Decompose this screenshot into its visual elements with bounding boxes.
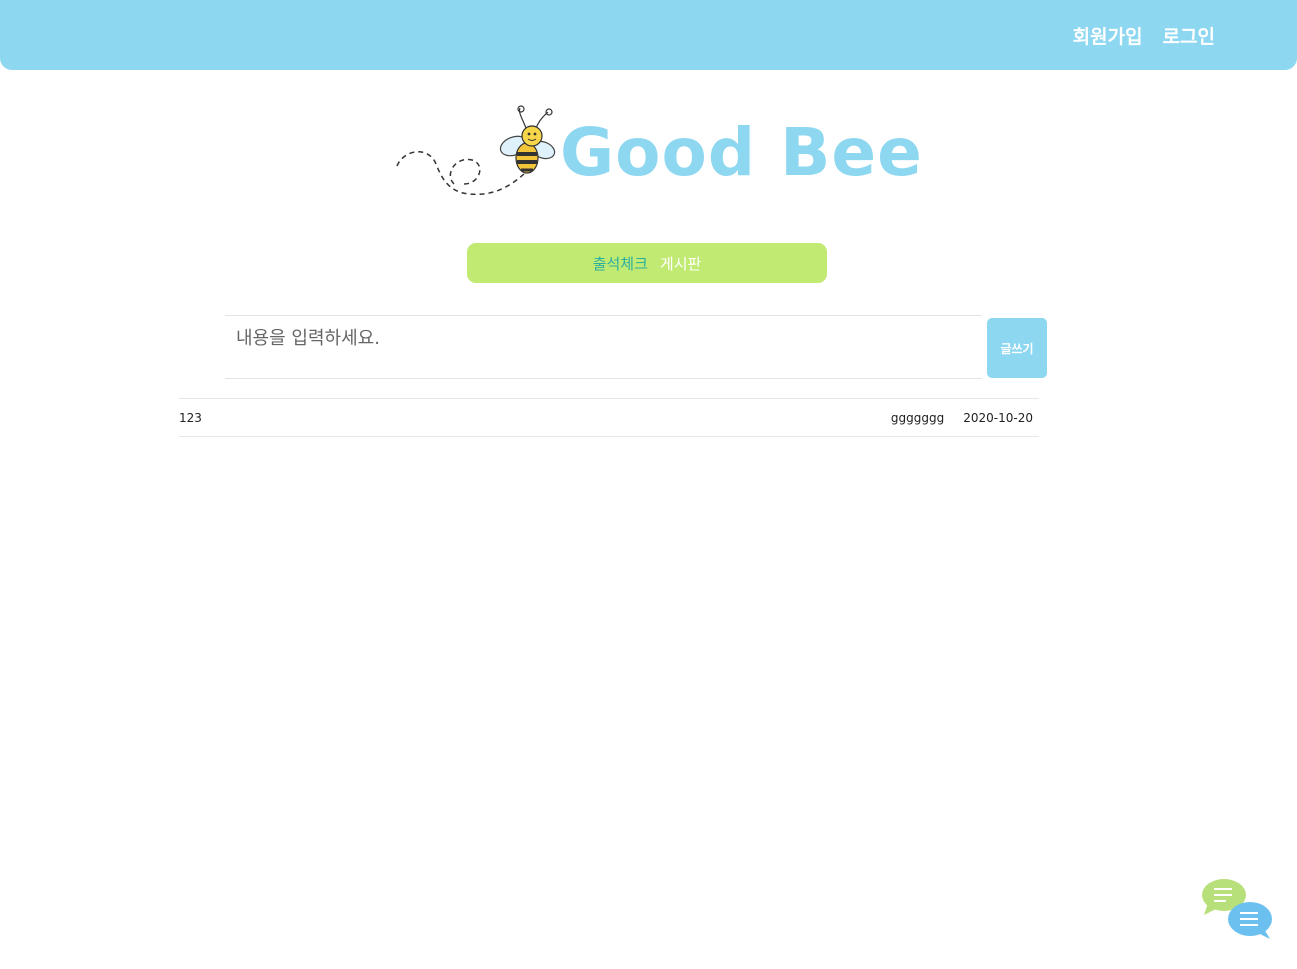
site-logo[interactable]: Good Bee xyxy=(394,104,922,200)
bee-icon xyxy=(396,105,556,196)
board-tab-attendance[interactable]: 출석체크 게시판 xyxy=(467,243,827,283)
post-date: 2020-10-20 xyxy=(963,410,1033,425)
chat-bubbles-icon xyxy=(1202,879,1272,939)
post-row[interactable]: 123 ggggggg 2020-10-20 xyxy=(179,398,1039,437)
content-input[interactable] xyxy=(225,316,982,378)
signup-link[interactable]: 회원가입 xyxy=(1073,22,1143,49)
compose-area xyxy=(225,315,982,379)
write-button[interactable]: 글쓰기 xyxy=(987,318,1047,378)
login-link[interactable]: 로그인 xyxy=(1163,22,1215,49)
header-nav: 회원가입 로그인 xyxy=(1073,22,1215,49)
board-tab-subtitle: 게시판 xyxy=(659,254,702,273)
board-tab-title: 출석체크 xyxy=(592,254,648,273)
post-list: 123 ggggggg 2020-10-20 xyxy=(179,398,1039,437)
post-author: ggggggg xyxy=(890,410,945,425)
top-header-bar: 회원가입 로그인 xyxy=(0,0,1297,70)
chat-float-button[interactable] xyxy=(1200,877,1276,943)
brand-name: Good Bee xyxy=(560,114,923,191)
post-content: 123 xyxy=(179,410,202,425)
